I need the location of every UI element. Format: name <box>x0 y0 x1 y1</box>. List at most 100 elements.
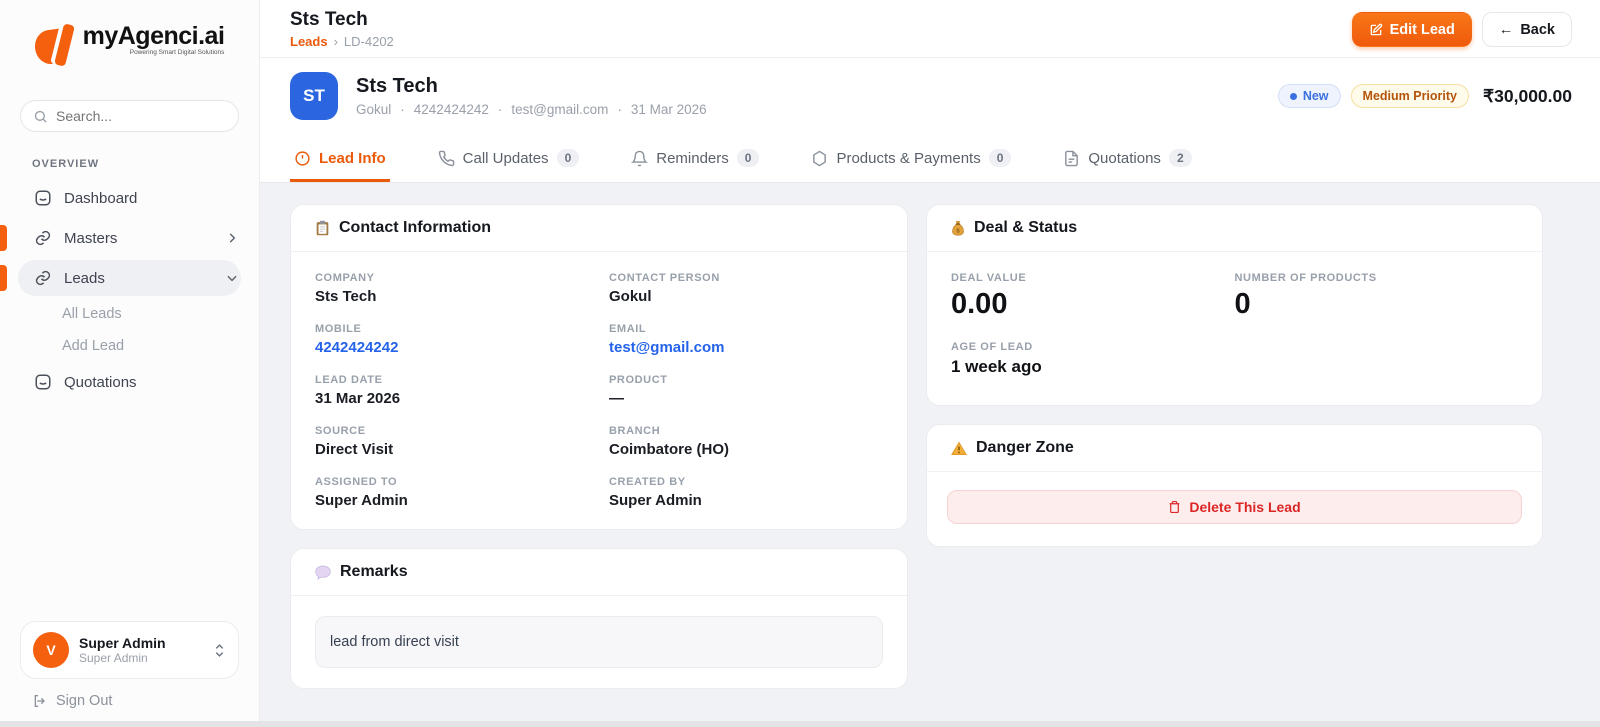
deal-status-card: $ Deal & Status DEAL VALUE 0.00 NUMBER O… <box>926 204 1543 406</box>
active-accent-bar <box>0 265 7 291</box>
sidebar-item-leads[interactable]: Leads <box>0 258 259 298</box>
lead-amount: ₹30,000.00 <box>1483 86 1572 107</box>
lead-mobile: 4242424242 <box>414 102 489 117</box>
edit-pencil-icon <box>1369 23 1383 37</box>
sidebar-section-label: OVERVIEW <box>32 158 259 170</box>
chevron-right-icon <box>225 231 239 245</box>
sidebar-item-dashboard[interactable]: Dashboard <box>0 178 259 218</box>
field-mobile: MOBILE 4242424242 <box>315 323 589 356</box>
package-icon <box>811 150 828 167</box>
card-title: Remarks <box>340 563 408 581</box>
contact-information-card: Contact Information COMPANY Sts Tech CON… <box>290 204 908 530</box>
sign-out-button[interactable]: Sign Out <box>32 693 239 709</box>
sidebar-item-all-leads[interactable]: All Leads <box>0 298 259 330</box>
sidebar-item-masters[interactable]: Masters <box>0 218 259 258</box>
lead-email: test@gmail.com <box>511 102 608 117</box>
inbox-icon <box>34 373 52 391</box>
field-branch: BRANCH Coimbatore (HO) <box>609 425 883 458</box>
tab-call-updates[interactable]: Call Updates 0 <box>434 136 584 182</box>
tab-products-payments[interactable]: Products & Payments 0 <box>807 136 1015 182</box>
search-input[interactable] <box>20 100 239 132</box>
remarks-text: lead from direct visit <box>315 616 883 668</box>
stat-deal-value: DEAL VALUE 0.00 <box>951 272 1235 321</box>
sidebar-item-label: Masters <box>64 230 117 247</box>
field-email: EMAIL test@gmail.com <box>609 323 883 356</box>
document-icon <box>1063 150 1080 167</box>
link-icon <box>34 269 52 287</box>
tab-count-badge: 0 <box>737 149 760 167</box>
trash-icon <box>1168 500 1181 514</box>
field-assigned-to: ASSIGNED TO Super Admin <box>315 476 589 509</box>
tab-count-badge: 0 <box>557 149 580 167</box>
tab-count-badge: 0 <box>989 149 1012 167</box>
brand-logo: myAgenci.ai Powering Smart Digital Solut… <box>0 0 259 74</box>
field-created-by: CREATED BY Super Admin <box>609 476 883 509</box>
email-link[interactable]: test@gmail.com <box>609 339 883 356</box>
money-bag-icon: $ <box>951 220 965 236</box>
card-title: Danger Zone <box>976 439 1074 457</box>
remarks-card: Remarks lead from direct visit <box>290 548 908 689</box>
card-title: Deal & Status <box>974 219 1077 237</box>
field-company: COMPANY Sts Tech <box>315 272 589 305</box>
status-dot <box>1290 93 1297 100</box>
content-area: Contact Information COMPANY Sts Tech CON… <box>260 183 1600 727</box>
search-field[interactable] <box>56 108 226 124</box>
lead-meta: Gokul · 4242424242 · test@gmail.com · 31… <box>356 102 707 117</box>
stat-number-of-products: NUMBER OF PRODUCTS 0 <box>1235 272 1519 321</box>
top-header: Sts Tech Leads › LD-4202 Edit Lead ← Bac… <box>260 0 1600 58</box>
info-circle-icon <box>294 150 311 167</box>
tab-reminders[interactable]: Reminders 0 <box>627 136 763 182</box>
mobile-link[interactable]: 4242424242 <box>315 339 589 356</box>
delete-lead-button[interactable]: Delete This Lead <box>947 490 1522 524</box>
logout-icon <box>32 693 48 709</box>
breadcrumb-parent[interactable]: Leads <box>290 34 328 49</box>
profile-name: Super Admin <box>79 635 166 651</box>
sidebar-item-quotations[interactable]: Quotations <box>0 362 259 402</box>
lead-avatar: ST <box>290 72 338 120</box>
chevron-down-icon <box>225 271 239 285</box>
sidebar-item-label: Quotations <box>64 374 137 391</box>
field-product: PRODUCT — <box>609 374 883 407</box>
phone-icon <box>438 150 455 167</box>
arrow-left-icon: ← <box>1499 22 1514 38</box>
status-badge: New <box>1278 84 1341 108</box>
tab-lead-info[interactable]: Lead Info <box>290 136 390 182</box>
bell-icon <box>631 150 648 167</box>
back-button[interactable]: ← Back <box>1482 12 1572 47</box>
chevron-updown-icon <box>213 643 226 658</box>
lead-name: Sts Tech <box>356 75 707 98</box>
sidebar-item-add-lead[interactable]: Add Lead <box>0 330 259 362</box>
active-accent-bar <box>0 225 7 251</box>
main-area: Sts Tech Leads › LD-4202 Edit Lead ← Bac… <box>260 0 1600 727</box>
breadcrumb: Leads › LD-4202 <box>290 34 394 49</box>
tab-quotations[interactable]: Quotations 2 <box>1059 136 1195 182</box>
stat-age-of-lead: AGE OF LEAD 1 week ago <box>951 341 1235 377</box>
lead-hero: ST Sts Tech Gokul · 4242424242 · test@gm… <box>260 58 1600 136</box>
bottom-edge-strip <box>0 721 1600 727</box>
avatar: V <box>33 632 69 668</box>
edit-lead-button[interactable]: Edit Lead <box>1352 12 1472 47</box>
priority-badge: Medium Priority <box>1351 84 1469 108</box>
brand-name: myAgenci.ai <box>83 22 225 51</box>
profile-role: Super Admin <box>79 651 166 665</box>
breadcrumb-current: LD-4202 <box>344 34 394 49</box>
card-title: Contact Information <box>339 219 491 237</box>
inbox-icon <box>34 189 52 207</box>
brand-tagline: Powering Smart Digital Solutions <box>130 49 225 56</box>
field-lead-date: LEAD DATE 31 Mar 2026 <box>315 374 589 407</box>
sidebar-nav: Dashboard Masters Leads All Leads Add L <box>0 178 259 402</box>
lead-date: 31 Mar 2026 <box>631 102 707 117</box>
warning-triangle-icon <box>951 441 967 456</box>
sidebar-item-label: Leads <box>64 270 105 287</box>
lead-contact-person: Gokul <box>356 102 391 117</box>
speech-bubble-icon <box>315 565 331 580</box>
tab-count-badge: 2 <box>1169 149 1192 167</box>
clipboard-icon <box>315 220 330 236</box>
brand-logo-icon <box>35 22 79 68</box>
sidebar-item-label: Dashboard <box>64 190 137 207</box>
danger-zone-card: Danger Zone Delete This Lead <box>926 424 1543 547</box>
sign-out-label: Sign Out <box>56 693 112 709</box>
breadcrumb-separator: › <box>334 34 338 49</box>
user-profile-card[interactable]: V Super Admin Super Admin <box>20 621 239 679</box>
link-icon <box>34 229 52 247</box>
